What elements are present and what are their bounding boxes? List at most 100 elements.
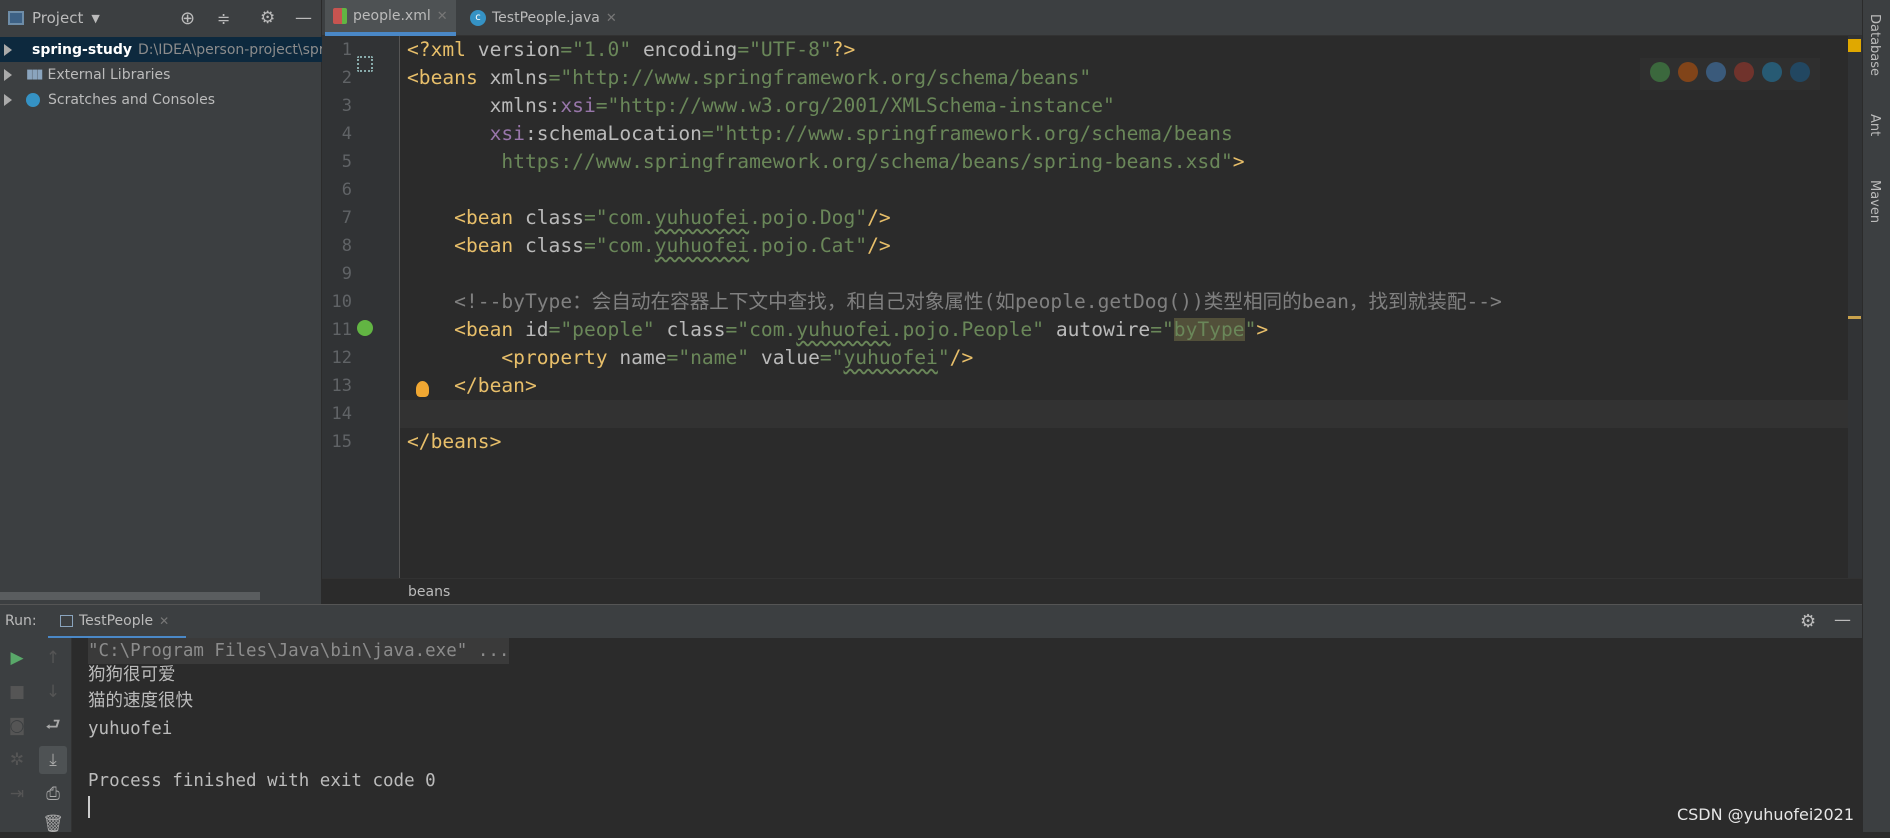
scratches-icon (26, 92, 40, 107)
close-icon[interactable]: ✕ (437, 9, 448, 24)
code-token: ="name" (666, 346, 761, 369)
safari-icon[interactable] (1706, 62, 1726, 82)
expand-arrow-icon[interactable] (4, 43, 12, 56)
tool-window-database[interactable]: Database (1867, 14, 1882, 76)
project-view-icon (8, 11, 24, 25)
code-line[interactable]: <bean id="people" class="com.yuhuofei.po… (407, 316, 1268, 344)
code-line[interactable]: <bean class="com.yuhuofei.pojo.Dog"/> (407, 204, 891, 232)
run-panel-header: Run: TestPeople ✕ ⚙ — (0, 604, 1862, 639)
line-number: 11 (331, 320, 352, 340)
code-token: ="people" (548, 318, 667, 341)
code-line[interactable]: https://www.springframework.org/schema/b… (407, 148, 1245, 176)
gear-icon[interactable]: ⚙ (260, 8, 275, 28)
run-tab-testpeople[interactable]: TestPeople ✕ (48, 605, 186, 639)
code-token: > (1232, 150, 1245, 173)
tab-people-xml[interactable]: people.xml ✕ (325, 0, 456, 36)
tree-item-spring-study[interactable]: spring-study D:\IDEA\person-project\spri… (0, 37, 322, 62)
project-panel: Project ▼ ⊕ ≑ ⚙ — spring-study D:\IDEA\p… (0, 0, 322, 604)
code-line[interactable]: <?xml version="1.0" encoding="UTF-8"?> (407, 36, 855, 64)
firefox-icon[interactable] (1678, 62, 1698, 82)
tree-item-label: Scratches and Consoles (48, 91, 215, 108)
warning-marker[interactable] (1848, 316, 1861, 319)
breadcrumb[interactable]: beans (322, 578, 1862, 604)
code-token: <!--byType：会自动在容器上下文中查找，和自己对象属性(如people.… (407, 290, 1502, 313)
console-output[interactable] (72, 638, 1862, 832)
code-line[interactable]: <property name="name" value="yuhuofei"/> (407, 344, 973, 372)
line-number: 14 (331, 404, 352, 424)
tool-window-ant[interactable]: Ant (1867, 114, 1882, 136)
code-line[interactable]: <bean class="com.yuhuofei.pojo.Cat"/> (407, 232, 891, 260)
minimize-icon[interactable]: — (295, 8, 312, 28)
code-token: ?> (831, 38, 856, 61)
line-number: 10 (331, 292, 352, 312)
gear-icon[interactable]: ⚙ (1800, 611, 1816, 632)
spring-bean-gutter-icon[interactable] (357, 56, 373, 72)
error-stripe[interactable] (1848, 36, 1862, 578)
minimize-icon[interactable]: — (1834, 610, 1851, 630)
print-icon[interactable]: ⎙ (39, 780, 67, 808)
code-token: ="com. (583, 206, 655, 229)
watermark: CSDN @yuhuofei2021 (1676, 805, 1854, 824)
tab-testpeople-java[interactable]: c TestPeople.java ✕ (462, 0, 625, 36)
console-line: 狗狗很可爱 (88, 665, 176, 685)
code-token: =" (1150, 318, 1174, 341)
up-arrow-icon[interactable]: ↑ (39, 644, 67, 672)
code-token: <bean (407, 234, 525, 257)
horizontal-scrollbar[interactable] (0, 592, 260, 600)
code-token: autowire (1055, 318, 1151, 341)
code-token: <bean (407, 206, 525, 229)
spring-bean-navigate-icon[interactable] (357, 320, 373, 336)
line-number: 6 (341, 180, 352, 200)
tab-label: people.xml (353, 8, 431, 24)
ie-icon[interactable] (1762, 62, 1782, 82)
xml-spring-file-icon (333, 8, 347, 24)
code-line[interactable]: xsi:schemaLocation="http://www.springfra… (407, 120, 1233, 148)
console-line: 猫的速度很快 (88, 691, 193, 711)
console-toolbar: ↑ ↓ ⮐ ⤓ ⎙ 🗑 (34, 638, 72, 834)
project-panel-header[interactable]: Project ▼ ⊕ ≑ ⚙ — (0, 0, 322, 36)
close-icon[interactable]: ✕ (159, 614, 169, 628)
code-token: /> (867, 234, 891, 257)
code-line[interactable]: </beans> (407, 428, 501, 456)
chevron-down-icon[interactable]: ▼ (91, 12, 99, 25)
code-token: .pojo.Cat" (749, 234, 868, 257)
code-token: =" (819, 346, 844, 369)
chrome-icon[interactable] (1650, 62, 1670, 82)
collapse-all-icon[interactable]: ≑ (217, 9, 230, 28)
trash-icon[interactable]: 🗑 (39, 810, 67, 838)
console-line: yuhuofei (88, 719, 173, 739)
expand-arrow-icon[interactable] (4, 68, 12, 81)
code-token: id (524, 318, 549, 341)
expand-arrow-icon[interactable] (4, 93, 12, 106)
code-token: ="http://www.w3.org/2001/XMLSchema-insta… (595, 94, 1115, 117)
editor-tabs: people.xml ✕ c TestPeople.java ✕ (322, 0, 1862, 36)
scroll-to-end-icon[interactable]: ⤓ (39, 746, 67, 774)
stop-icon[interactable]: ■ (3, 678, 31, 706)
project-panel-title: Project (32, 9, 84, 27)
line-number: 9 (341, 264, 352, 284)
soft-wrap-icon[interactable]: ⮐ (39, 712, 67, 740)
tree-item-external-libraries[interactable]: ▮▮▮ External Libraries (0, 62, 322, 87)
line-number: 7 (341, 208, 352, 228)
settings-icon[interactable]: ✲ (3, 746, 31, 774)
down-arrow-icon[interactable]: ↓ (39, 678, 67, 706)
tool-window-maven[interactable]: Maven (1867, 180, 1882, 223)
code-token: https://www.springframework.org/schema/b… (407, 150, 1233, 173)
code-line[interactable]: <beans xmlns="http://www.springframework… (407, 64, 1091, 92)
current-line-highlight (400, 400, 1848, 428)
code-token: > (1256, 318, 1269, 341)
code-line[interactable]: <!--byType：会自动在容器上下文中查找，和自己对象属性(如people.… (407, 288, 1502, 316)
edge-icon[interactable] (1790, 62, 1810, 82)
tree-item-scratches[interactable]: Scratches and Consoles (0, 87, 322, 112)
libraries-icon: ▮▮▮ (26, 67, 44, 82)
exit-icon[interactable]: ⇥ (3, 780, 31, 808)
close-icon[interactable]: ✕ (606, 11, 617, 26)
locate-icon[interactable]: ⊕ (180, 8, 195, 29)
warning-indicator-icon[interactable] (1848, 39, 1861, 52)
code-line[interactable]: xmlns:xsi="http://www.w3.org/2001/XMLSch… (407, 92, 1115, 120)
opera-icon[interactable] (1734, 62, 1754, 82)
rerun-icon[interactable]: ▶ (3, 644, 31, 672)
dump-threads-icon[interactable]: ◙ (3, 712, 31, 740)
lightbulb-icon[interactable] (416, 381, 429, 397)
tree-item-path: D:\IDEA\person-project\spring-study (138, 41, 322, 58)
